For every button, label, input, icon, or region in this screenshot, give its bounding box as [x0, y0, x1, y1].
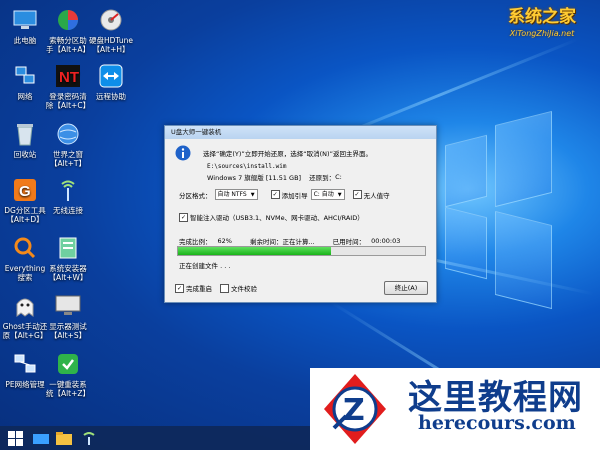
desktop-icon-wireless[interactable]: 无线连接	[43, 176, 93, 215]
add-boot-checkbox[interactable]: ✓	[270, 190, 280, 199]
teamviewer-icon	[96, 62, 126, 90]
verify-checkbox[interactable]	[220, 283, 229, 293]
remaining-value: 正在计算...	[282, 238, 315, 246]
elapsed-value: 00:00:03	[371, 237, 401, 245]
info-icon	[175, 145, 191, 161]
watermark-url-text: herecours.com	[418, 412, 576, 434]
dg-partition-icon: G	[10, 176, 40, 204]
desktop-icon-monitor-test[interactable]: 显示器测试 【Alt+S】	[43, 292, 93, 340]
restore-to-label: 还原到：	[309, 174, 336, 182]
partition-format-label: 分区格式：	[179, 191, 212, 200]
smart-driver-label: 智能注入驱动（USB3.1、NVMe、网卡驱动、AHCI/RAID）	[190, 214, 364, 222]
password-clear-icon: NT	[53, 62, 83, 90]
system-installer-icon	[53, 234, 83, 262]
desktop-icon-teamviewer[interactable]: 远程协助	[86, 62, 136, 101]
pe-network-icon	[10, 350, 40, 378]
partition-assistant-icon	[53, 6, 83, 34]
unattended-checkbox[interactable]: ✓	[352, 190, 362, 199]
add-boot-select[interactable]: C: 自动 ▼	[310, 189, 345, 200]
progress-label: 完成比例：	[179, 238, 212, 246]
restart-label: 完成重启	[186, 285, 212, 293]
bottom-options: ✓ 完成重启 文件校验	[175, 283, 257, 293]
progress-info-row: 完成比例： 62% 剩余时间： 正在计算... 已用时间： 00:00:03	[179, 236, 400, 246]
start-icon[interactable]	[6, 430, 24, 446]
elapsed-label: 已用时间：	[332, 238, 366, 246]
options-row: 分区格式： 自动 NTFS ▼ ✓ 添加引导 C: 自动 ▼ ✓ 无人值守	[179, 189, 390, 200]
wireless-tray-icon[interactable]	[80, 430, 98, 446]
svg-text:G: G	[19, 183, 31, 200]
svg-text:NT: NT	[59, 69, 79, 86]
restart-checkbox[interactable]: ✓	[175, 283, 184, 293]
desktop-icon-label: 硬盘HDTune 【Alt+H】	[89, 36, 133, 54]
desktop-icon-label: 系统安装器 【Alt+W】	[48, 264, 88, 282]
hdtune-icon	[96, 6, 126, 34]
dialog-title[interactable]: U盘大师一键装机	[165, 126, 436, 139]
smart-driver-checkbox[interactable]: ✓	[179, 212, 188, 222]
remaining-label: 剩余时间：	[249, 238, 283, 246]
one-key-reinstall-icon	[53, 350, 83, 378]
desktop-icon-label: 显示器测试 【Alt+S】	[49, 322, 87, 340]
status-text: 正在创建文件 . . .	[179, 262, 231, 270]
verify-label: 文件校验	[231, 285, 257, 293]
partition-format-select[interactable]: 自动 NTFS ▼	[214, 189, 258, 200]
progress-bar	[177, 246, 426, 256]
progress-value: 62%	[217, 237, 232, 245]
world-window-icon	[53, 120, 83, 148]
site-watermark: 系统之家 XiTongZhiJia.net	[486, 2, 598, 42]
recycle-bin-icon	[10, 120, 40, 148]
source-path: E:\sources\install.wim	[207, 163, 287, 170]
installer-dialog: U盘大师一键装机 选择“确定(Y)”立即开始还原，选择“取消(N)”返回主界面。…	[164, 125, 437, 303]
smart-driver-row: ✓ 智能注入驱动（USB3.1、NVMe、网卡驱动、AHCI/RAID）	[179, 212, 364, 222]
restore-to-value: C:	[335, 173, 342, 181]
desktop-icon-system-installer[interactable]: 系统安装器 【Alt+W】	[43, 234, 93, 282]
ghost-icon	[10, 292, 40, 320]
everything-search-icon	[10, 234, 40, 262]
desktop-icon-label: 远程协助	[96, 92, 126, 101]
chevron-down-icon: ▼	[337, 192, 342, 198]
stop-button[interactable]: 终止(A)	[384, 281, 428, 295]
desktop-icon-label: 世界之窗 【Alt+T】	[49, 150, 87, 168]
desktop-icon-world-window[interactable]: 世界之窗 【Alt+T】	[43, 120, 93, 168]
desktop: 此电脑 网络 回收站 G DG分区工具 【Alt+D】 Everything 搜…	[0, 0, 600, 450]
desktop-icon-one-key-reinstall[interactable]: 一键重装系 统【Alt+Z】	[43, 350, 93, 398]
monitor-test-icon	[53, 292, 83, 320]
add-boot-label: 添加引导	[281, 191, 308, 200]
desktop-icon-label: 无线连接	[53, 206, 83, 215]
chevron-down-icon: ▼	[250, 192, 255, 198]
progress-fill	[178, 247, 332, 255]
desktop-icon-hdtune[interactable]: 硬盘HDTune 【Alt+H】	[86, 6, 136, 54]
desktop-icon-label: 一键重装系 统【Alt+Z】	[45, 380, 91, 398]
svg-text:Z: Z	[343, 393, 365, 428]
wireless-icon	[53, 176, 83, 204]
wallpaper-window-pane	[495, 210, 552, 310]
image-info-row: Windows 7 旗舰版 [11.51 GB] 还原到： C:	[207, 172, 342, 182]
watermark-title: 系统之家	[508, 7, 576, 27]
unattended-label: 无人值守	[363, 191, 390, 200]
watermark-banner: Z 这里教程网 herecours.com	[310, 368, 600, 450]
taskview-icon[interactable]	[32, 430, 50, 446]
watermark-url: XiTongZhiJia.net	[509, 29, 575, 38]
wallpaper-window-pane	[445, 206, 487, 280]
dialog-message: 选择“确定(Y)”立即开始还原，选择“取消(N)”返回主界面。	[203, 150, 372, 158]
this-pc-icon	[10, 6, 40, 34]
network-icon	[10, 62, 40, 90]
wallpaper-window-pane	[495, 110, 552, 208]
file-explorer-icon[interactable]	[55, 430, 73, 446]
watermark-logo: Z	[320, 370, 390, 448]
image-info: Windows 7 旗舰版 [11.51 GB]	[207, 174, 302, 182]
wallpaper-window-pane	[445, 134, 487, 208]
